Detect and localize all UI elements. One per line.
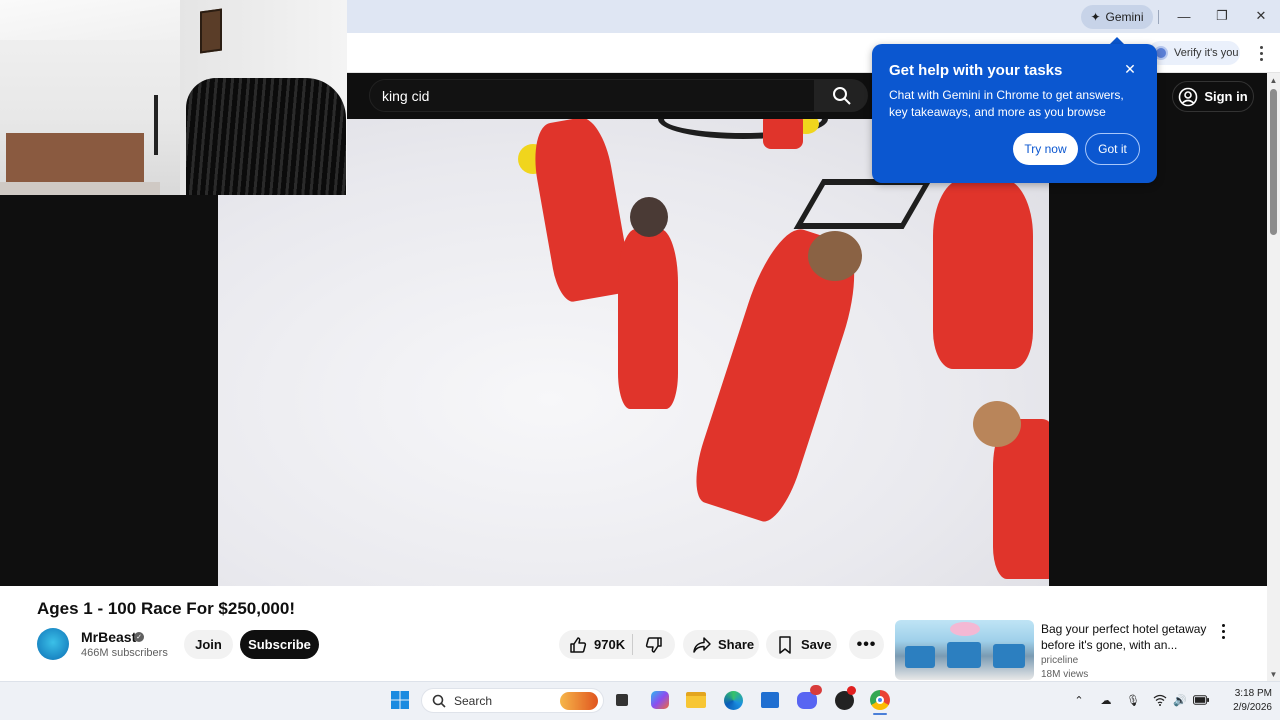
ad-source: priceline — [1041, 655, 1079, 666]
like-count: 970K — [594, 637, 626, 652]
subscriber-count: 466M subscribers — [81, 647, 168, 659]
windows-start-icon[interactable] — [389, 689, 411, 711]
search-input[interactable] — [382, 86, 802, 106]
battery-icon[interactable] — [1193, 692, 1209, 708]
search-icon — [832, 86, 851, 105]
floor-marking — [793, 179, 933, 229]
copilot-icon[interactable] — [649, 689, 671, 711]
app-icon[interactable] — [833, 686, 856, 711]
thumbs-down-icon — [645, 636, 662, 653]
browser-menu-icon[interactable] — [1254, 42, 1268, 64]
sign-in-label: Sign in — [1204, 89, 1248, 104]
webcam-lamp-pole — [154, 95, 158, 155]
channel-name[interactable]: MrBeast — [81, 629, 136, 645]
scroll-up-icon[interactable]: ▲ — [1268, 75, 1279, 85]
sign-in-button[interactable]: Sign in — [1172, 81, 1254, 112]
verify-chip-label: Verify it's you — [1174, 47, 1239, 59]
try-now-button[interactable]: Try now — [1013, 133, 1078, 165]
gemini-button[interactable]: ✦ Gemini — [1081, 5, 1153, 29]
save-button[interactable]: Save — [766, 630, 837, 659]
webcam-overlay — [0, 0, 347, 195]
taskbar-search-label: Search — [454, 693, 493, 708]
ad-views: 18M views — [1041, 669, 1089, 680]
volume-icon[interactable]: 🔊 — [1172, 692, 1188, 708]
cloud-icon[interactable]: ☁ — [1098, 692, 1114, 708]
dislike-button[interactable] — [633, 630, 675, 659]
titlebar-separator — [1158, 10, 1159, 24]
taskbar-clock-date[interactable]: 2/9/2026 — [1218, 702, 1272, 713]
search-icon — [432, 694, 446, 708]
runner — [618, 229, 678, 409]
webcam-bed — [0, 182, 160, 195]
search-button[interactable] — [815, 79, 868, 112]
file-explorer-icon[interactable] — [685, 689, 707, 711]
runner — [763, 119, 803, 149]
close-icon[interactable]: ✕ — [1249, 6, 1273, 26]
gemini-button-label: Gemini — [1105, 10, 1144, 24]
runner-head — [808, 231, 862, 281]
bookmark-icon — [779, 635, 791, 654]
verify-profile-chip[interactable]: Verify it's you — [1148, 41, 1240, 65]
save-label: Save — [801, 637, 832, 652]
like-button[interactable]: 970K — [559, 630, 631, 659]
scroll-down-icon[interactable]: ▼ — [1268, 669, 1279, 679]
edge-browser-icon[interactable] — [722, 689, 744, 711]
gemini-sparkle-icon: ✦ — [1090, 10, 1101, 24]
join-button[interactable]: Join — [184, 630, 233, 659]
scrollbar-thumb[interactable] — [1270, 89, 1277, 235]
more-horizontal-icon: ••• — [856, 635, 877, 653]
runner — [933, 179, 1033, 369]
wifi-icon[interactable] — [1152, 692, 1168, 708]
minimize-icon[interactable]: — — [1172, 6, 1196, 26]
video-title: Ages 1 - 100 Race For $250,000! — [37, 599, 295, 618]
runner-head — [973, 401, 1021, 447]
ad-thumbnail[interactable] — [895, 620, 1034, 680]
restore-icon[interactable]: ❐ — [1210, 6, 1234, 26]
microphone-icon[interactable]: 🎙 — [1125, 692, 1141, 708]
taskbar-clock-time[interactable]: 3:18 PM — [1224, 688, 1272, 699]
webcam-headboard — [6, 133, 144, 188]
verified-check-icon: ✓ — [134, 632, 144, 642]
channel-avatar[interactable] — [37, 628, 69, 660]
search-highlight-icon — [560, 692, 598, 710]
ad-menu-icon[interactable] — [1217, 622, 1229, 640]
chrome-icon[interactable] — [869, 689, 891, 715]
more-actions-button[interactable]: ••• — [849, 630, 884, 659]
task-view-icon[interactable] — [611, 689, 633, 711]
share-label: Share — [718, 637, 755, 652]
close-icon[interactable]: ✕ — [1122, 61, 1138, 77]
popup-body: Chat with Gemini in Chrome to get answer… — [889, 88, 1124, 119]
share-button[interactable]: Share — [683, 630, 759, 659]
discord-icon[interactable] — [796, 685, 822, 711]
webcam-chair — [186, 78, 346, 195]
got-it-button[interactable]: Got it — [1085, 133, 1140, 165]
tray-overflow-icon[interactable]: ⌃ — [1071, 692, 1087, 708]
microsoft-store-icon[interactable] — [759, 689, 781, 711]
popup-title: Get help with your tasks — [889, 62, 1063, 79]
subscribe-button[interactable]: Subscribe — [240, 630, 319, 659]
ad-title[interactable]: Bag your perfect hotel getaway before it… — [1041, 621, 1211, 653]
webcam-picture-frame — [200, 8, 222, 54]
taskbar-search[interactable]: Search — [421, 688, 604, 713]
account-icon — [1179, 87, 1198, 106]
runner-head — [630, 197, 668, 237]
share-icon — [693, 636, 711, 653]
thumbs-up-icon — [570, 636, 587, 653]
windows-taskbar — [0, 681, 1280, 720]
